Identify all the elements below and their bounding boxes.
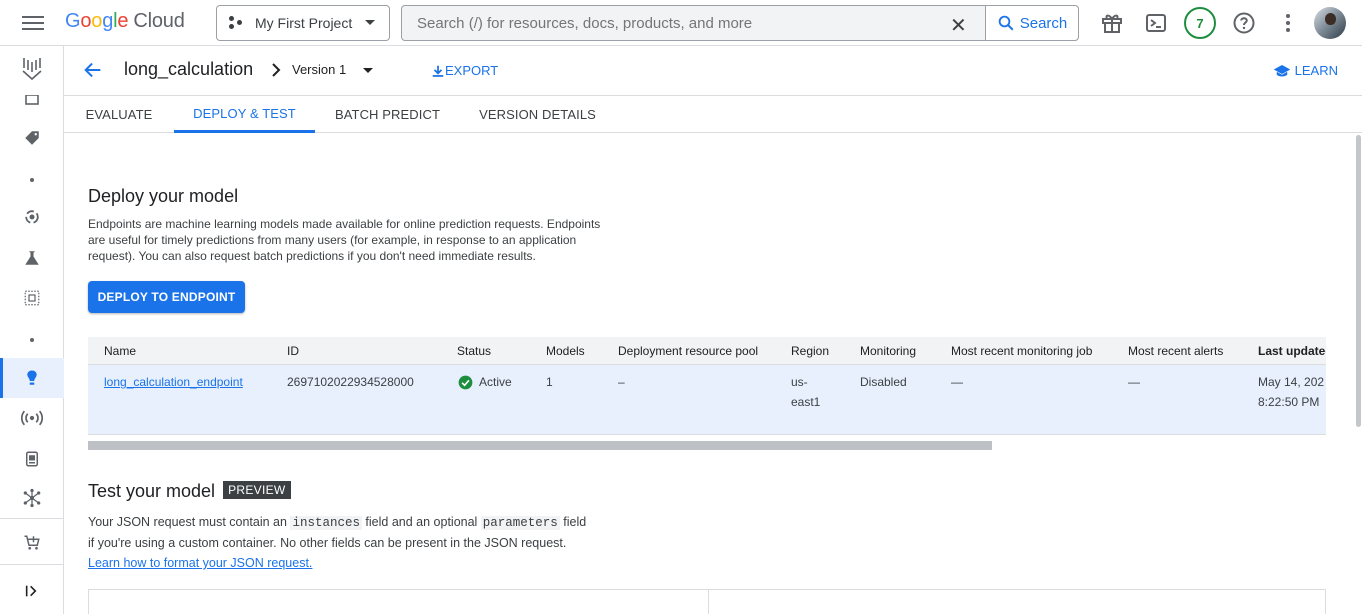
- main-menu-icon[interactable]: [22, 13, 44, 33]
- page-scrollbar-thumb[interactable]: [1356, 135, 1361, 427]
- marketplace-icon[interactable]: [20, 531, 44, 555]
- deploy-description: Endpoints are machine learning models ma…: [88, 217, 601, 263]
- search-input[interactable]: [417, 14, 937, 32]
- cloud-shell-icon[interactable]: [1144, 11, 1168, 35]
- endpoint-models-cell: 1: [546, 375, 553, 389]
- project-name: My First Project: [255, 15, 353, 31]
- pipelines-icon[interactable]: [20, 205, 44, 229]
- endpoints-table: Name ID Status Models Deployment resourc…: [88, 337, 1326, 435]
- tab-evaluate[interactable]: EVALUATE: [64, 96, 174, 133]
- endpoint-link[interactable]: long_calculation_endpoint: [104, 375, 243, 389]
- expand-nav-icon[interactable]: [20, 579, 44, 603]
- export-button[interactable]: EXPORT: [431, 63, 498, 78]
- online-prediction-icon[interactable]: [20, 406, 44, 430]
- dot-icon-2[interactable]: [20, 328, 44, 352]
- model-header: long_calculation Version 1 EXPORT LEARN: [64, 46, 1362, 96]
- nav-divider: [0, 518, 64, 519]
- preview-badge: PREVIEW: [223, 481, 291, 499]
- tag-icon[interactable]: [20, 126, 44, 150]
- endpoint-monitoring-job-cell: —: [951, 375, 963, 389]
- dashboard-icon[interactable]: [20, 88, 44, 112]
- test-description: Your JSON request must contain an instan…: [88, 515, 587, 570]
- gift-icon[interactable]: [1100, 11, 1124, 35]
- endpoint-region-cell: us- east1: [791, 375, 821, 409]
- endpoint-monitoring-cell: Disabled: [860, 375, 907, 389]
- experiments-icon[interactable]: [20, 246, 44, 270]
- project-icon: [229, 16, 243, 30]
- tab-bar: EVALUATE DEPLOY & TEST BATCH PREDICT VER…: [64, 96, 1362, 133]
- vector-search-icon[interactable]: [20, 486, 44, 510]
- table-header: Name ID Status Models Deployment resourc…: [88, 337, 1326, 365]
- col-monitoring-job[interactable]: Most recent monitoring job: [951, 344, 1092, 358]
- search-bar: ✕ Search: [401, 5, 1079, 41]
- learn-button[interactable]: LEARN: [1273, 63, 1338, 78]
- deploy-heading: Deploy your model: [88, 186, 239, 206]
- endpoint-name-cell: long_calculation_endpoint: [104, 372, 243, 392]
- col-monitoring[interactable]: Monitoring: [860, 344, 916, 358]
- help-icon[interactable]: [1232, 11, 1256, 35]
- col-last-updated[interactable]: Last updated: [1258, 344, 1326, 358]
- notifications-badge[interactable]: 7: [1184, 7, 1216, 39]
- endpoint-id-cell: 2697102022934528000: [287, 375, 414, 389]
- col-name[interactable]: Name: [104, 344, 136, 358]
- col-id[interactable]: ID: [287, 344, 299, 358]
- endpoint-status-cell: Active: [458, 372, 512, 392]
- test-heading: Test your model PREVIEW: [88, 481, 291, 502]
- endpoint-pool-cell: –: [618, 375, 625, 389]
- tab-batch-predict[interactable]: BATCH PREDICT: [315, 96, 460, 133]
- col-resource-pool[interactable]: Deployment resource pool: [618, 344, 758, 358]
- col-models[interactable]: Models: [546, 344, 585, 358]
- deploy-to-endpoint-button[interactable]: DEPLOY TO ENDPOINT: [88, 281, 245, 313]
- check-circle-icon: [458, 375, 473, 389]
- avatar[interactable]: [1314, 7, 1346, 39]
- tab-deploy-test[interactable]: DEPLOY & TEST: [174, 96, 315, 133]
- nav-divider-2: [0, 564, 64, 565]
- search-button[interactable]: Search: [985, 6, 1078, 40]
- table-row[interactable]: long_calculation_endpoint 26971020229345…: [88, 365, 1326, 435]
- test-panes: [88, 589, 1326, 614]
- endpoint-alerts-cell: —: [1128, 375, 1140, 389]
- dot-icon[interactable]: [20, 168, 44, 192]
- google-cloud-logo[interactable]: Google Cloud: [65, 10, 185, 33]
- endpoint-updated-cell: May 14, 202 8:22:50 PM: [1258, 375, 1325, 409]
- chevron-down-icon: [365, 20, 375, 25]
- pane-divider: [708, 590, 709, 614]
- main-content: Deploy your model Endpoints are machine …: [64, 133, 1354, 614]
- project-picker[interactable]: My First Project: [216, 5, 390, 41]
- model-registry-icon[interactable]: [20, 366, 44, 390]
- vertex-ai-logo-icon[interactable]: [20, 56, 44, 81]
- side-nav: [0, 46, 64, 614]
- close-icon[interactable]: ✕: [950, 13, 967, 38]
- more-vert-icon[interactable]: [1276, 11, 1300, 35]
- top-bar: GoogleCloud My First Project ✕ Search 7: [0, 0, 1362, 46]
- search-icon: [998, 15, 1014, 31]
- batch-prediction-icon[interactable]: [20, 447, 44, 471]
- col-alerts[interactable]: Most recent alerts: [1128, 344, 1223, 358]
- download-icon: [432, 65, 444, 77]
- school-icon: [1273, 64, 1290, 76]
- table-horizontal-scrollbar[interactable]: [88, 441, 992, 450]
- workbench-icon[interactable]: [20, 286, 44, 310]
- chevron-down-icon[interactable]: [363, 68, 373, 73]
- tab-version-details[interactable]: VERSION DETAILS: [460, 96, 615, 133]
- arrow-back-icon[interactable]: [82, 59, 104, 81]
- json-format-help-link[interactable]: Learn how to format your JSON request.: [88, 556, 312, 570]
- model-title: long_calculation: [124, 59, 254, 79]
- chevron-right-icon: [272, 63, 281, 77]
- col-region[interactable]: Region: [791, 344, 829, 358]
- version-select[interactable]: Version 1: [292, 62, 346, 77]
- col-status[interactable]: Status: [457, 344, 491, 358]
